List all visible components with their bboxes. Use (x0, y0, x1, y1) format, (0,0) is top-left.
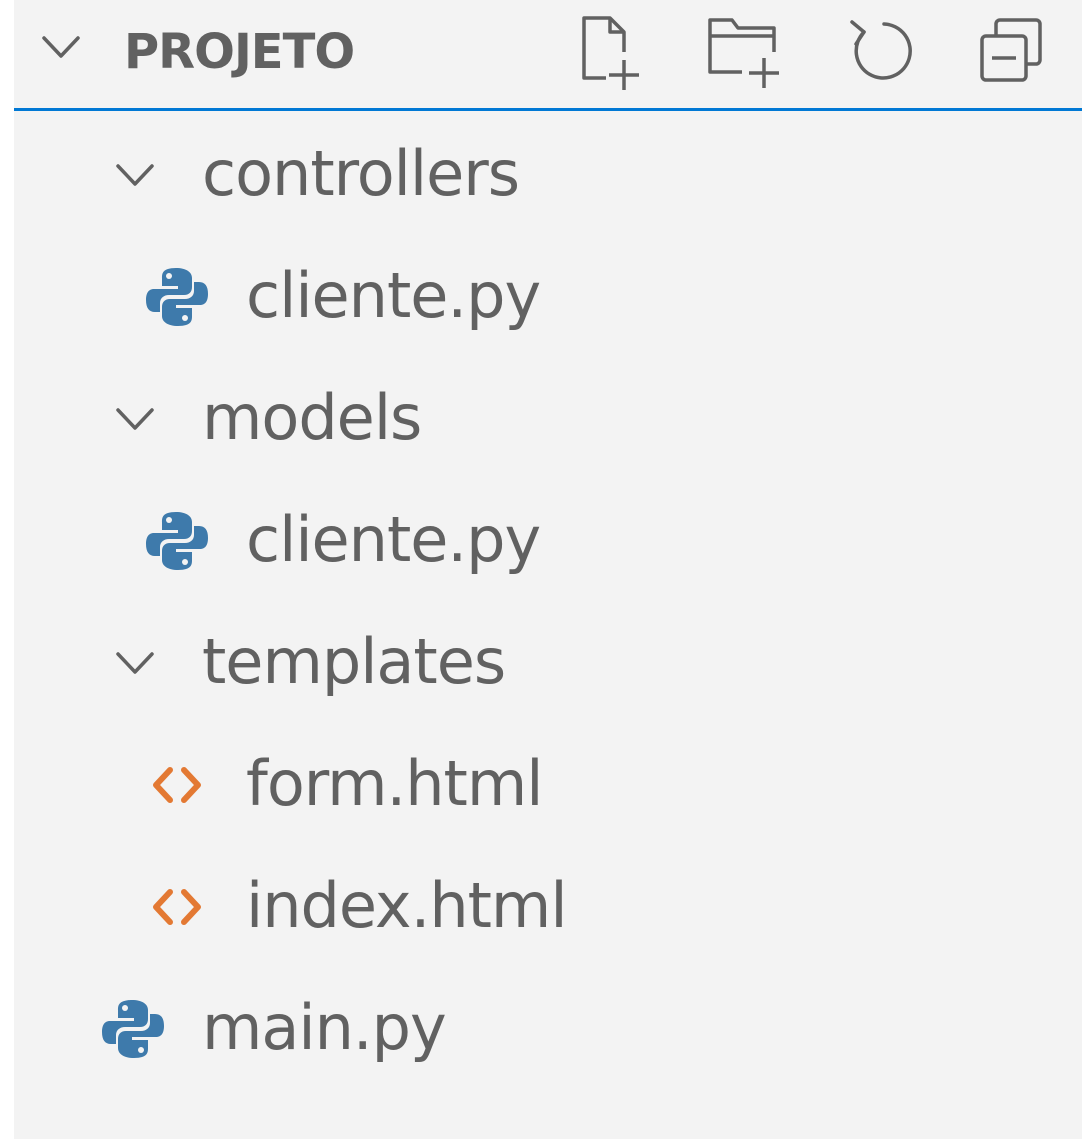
html-file-icon (153, 889, 201, 925)
chevron-down-icon[interactable] (112, 640, 158, 686)
tree-item-label: cliente.py (246, 503, 541, 576)
html-file-icon (153, 767, 201, 803)
focus-border (14, 108, 1082, 111)
tree-item-label: controllers (202, 137, 520, 210)
chevron-down-icon[interactable] (38, 24, 84, 70)
tree-file-models-cliente-py[interactable]: cliente.py (14, 480, 1082, 602)
tree-folder-controllers[interactable]: controllers (14, 114, 1082, 236)
explorer-panel: PROJETO controllers cliente.py models cl… (14, 0, 1082, 1139)
new-file-button[interactable] (566, 8, 652, 94)
tree-file-controllers-cliente-py[interactable]: cliente.py (14, 236, 1082, 358)
tree-file-main-py[interactable]: main.py (14, 968, 1082, 1090)
tree-folder-models[interactable]: models (14, 358, 1082, 480)
new-folder-icon (708, 18, 779, 88)
tree-folder-templates[interactable]: templates (14, 602, 1082, 724)
refresh-icon (850, 20, 912, 80)
collapse-all-button[interactable] (972, 8, 1058, 94)
tree-file-form-html[interactable]: form.html (14, 724, 1082, 846)
tree-item-label: templates (202, 625, 506, 698)
new-file-icon (582, 16, 639, 90)
tree-item-label: main.py (202, 991, 447, 1064)
python-file-icon (146, 512, 208, 570)
explorer-header[interactable]: PROJETO (14, 0, 1082, 108)
tree-item-label: form.html (246, 747, 543, 820)
tree-item-label: cliente.py (246, 259, 541, 332)
refresh-button[interactable] (838, 8, 924, 94)
python-file-icon (146, 268, 208, 326)
chevron-down-icon[interactable] (112, 152, 158, 198)
chevron-down-icon[interactable] (112, 396, 158, 442)
new-folder-button[interactable] (702, 8, 788, 94)
tree-item-label: models (202, 381, 422, 454)
tree-file-index-html[interactable]: index.html (14, 846, 1082, 968)
explorer-title: PROJETO (124, 24, 355, 80)
python-file-icon (102, 1000, 164, 1058)
collapse-all-icon (980, 18, 1042, 82)
tree-item-label: index.html (246, 869, 568, 942)
